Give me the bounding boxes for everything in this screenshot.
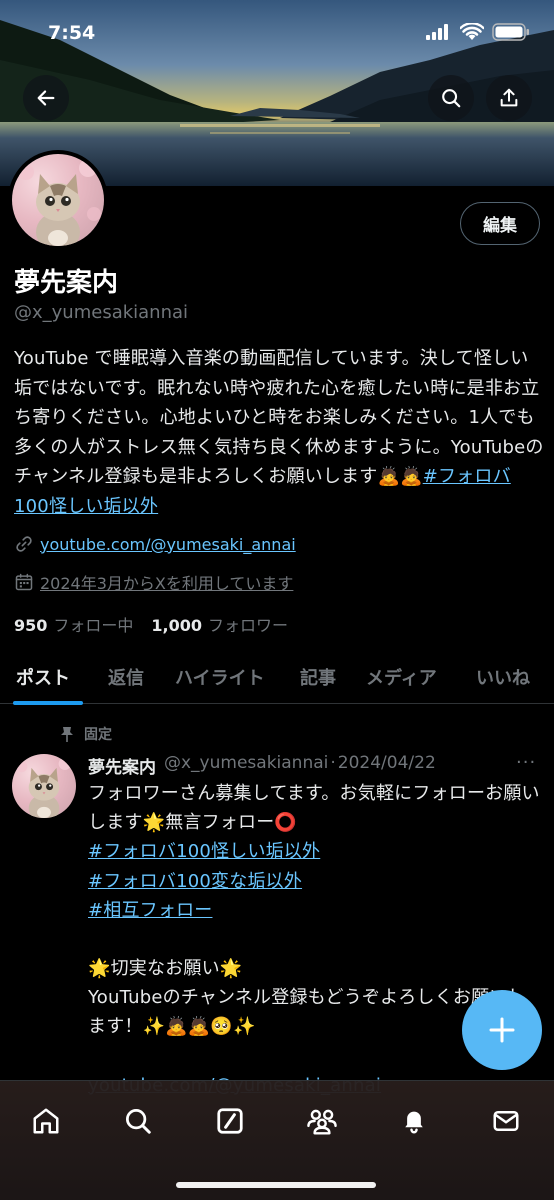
status-bar: 7:54 bbox=[0, 0, 554, 70]
back-button[interactable] bbox=[23, 75, 69, 121]
joined-date: 2024年3月からXを利用しています bbox=[40, 574, 294, 593]
search-icon bbox=[126, 1109, 151, 1134]
post-text-line: 🌟切実なお願い🌟 bbox=[88, 958, 243, 980]
avatar-cat-image bbox=[12, 154, 104, 246]
mail-icon bbox=[493, 1111, 519, 1131]
share-button[interactable] bbox=[486, 75, 532, 121]
followers-label: フォロワー bbox=[208, 616, 289, 635]
followers-stat[interactable]: 1,000 フォロワー bbox=[151, 612, 288, 636]
active-tab-indicator bbox=[13, 701, 83, 705]
home-indicator bbox=[176, 1182, 376, 1188]
battery-icon bbox=[492, 23, 529, 41]
profile-tabs: ポスト 返信 ハイライト 記事 メディア いいね bbox=[0, 652, 554, 705]
communities-icon bbox=[307, 1109, 337, 1135]
post-hashtag[interactable]: #フォロバ100変な垢以外 bbox=[88, 867, 542, 896]
tab-likes[interactable]: いいね bbox=[476, 664, 530, 690]
post-author-handle[interactable]: @x_yumesakiannai bbox=[164, 753, 328, 778]
website-link[interactable]: youtube.com/@yumesaki_annai bbox=[40, 535, 296, 554]
search-button[interactable] bbox=[428, 75, 474, 121]
post-hashtag[interactable]: #相互フォロー bbox=[88, 896, 542, 925]
tab-highlights[interactable]: ハイライト bbox=[175, 664, 265, 690]
post-separator: · bbox=[330, 753, 336, 773]
tab-posts[interactable]: ポスト bbox=[16, 664, 70, 690]
post-author-name[interactable]: 夢先案内 bbox=[88, 753, 156, 778]
tab-media[interactable]: メディア bbox=[366, 664, 437, 690]
home-icon bbox=[33, 1108, 59, 1134]
nav-notifications[interactable] bbox=[394, 1101, 434, 1141]
following-label: フォロー中 bbox=[53, 616, 134, 635]
website-row: youtube.com/@yumesaki_annai bbox=[14, 534, 296, 554]
profile-handle: @x_yumesakiannai bbox=[14, 302, 189, 323]
post-more-button[interactable]: ··· bbox=[516, 752, 536, 773]
bio-emoji: 🙇🙇 bbox=[377, 466, 423, 487]
status-time: 7:54 bbox=[48, 22, 96, 44]
post-text-line: フォロワーさん募集してます。お気軽にフォローお願いします🌟無言フォロー⭕ bbox=[88, 783, 540, 834]
status-icons bbox=[426, 23, 530, 41]
wifi-icon bbox=[460, 23, 484, 40]
pin-icon bbox=[61, 727, 73, 742]
nav-grok[interactable] bbox=[210, 1101, 250, 1141]
calendar-icon bbox=[15, 573, 33, 591]
profile-avatar[interactable] bbox=[8, 150, 108, 250]
link-icon bbox=[16, 536, 32, 552]
joined-row: 2024年3月からXを利用しています bbox=[14, 570, 293, 594]
pinned-label: 固定 bbox=[84, 727, 112, 743]
plus-icon bbox=[489, 1017, 515, 1043]
pinned-label-row: 固定 bbox=[60, 724, 112, 744]
follow-stats: 950 フォロー中 1,000 フォロワー bbox=[14, 612, 288, 636]
signal-icon bbox=[426, 24, 448, 40]
arrow-left-icon bbox=[37, 90, 55, 106]
share-icon bbox=[500, 88, 518, 107]
grok-icon bbox=[217, 1108, 243, 1134]
post-hashtag[interactable]: #フォロバ100怪しい垢以外 bbox=[88, 837, 542, 866]
nav-communities[interactable] bbox=[302, 1101, 342, 1141]
post-header: 夢先案内 @x_yumesakiannai · 2024/04/22 bbox=[88, 753, 436, 778]
tab-replies[interactable]: 返信 bbox=[108, 664, 144, 690]
bell-icon bbox=[405, 1111, 423, 1134]
nav-messages[interactable] bbox=[486, 1101, 526, 1141]
post-date[interactable]: 2024/04/22 bbox=[338, 753, 436, 778]
edit-profile-button[interactable]: 編集 bbox=[460, 202, 540, 245]
nav-home[interactable] bbox=[26, 1101, 66, 1141]
search-icon bbox=[442, 89, 461, 108]
nav-search[interactable] bbox=[118, 1101, 158, 1141]
following-count: 950 bbox=[14, 616, 48, 635]
followers-count: 1,000 bbox=[151, 616, 203, 635]
compose-button[interactable] bbox=[462, 990, 542, 1070]
display-name: 夢先案内 bbox=[14, 268, 119, 298]
post-author-avatar[interactable] bbox=[12, 754, 76, 818]
profile-bio: YouTube で睡眠導入音楽の動画配信しています。決して怪しい垢ではないです。… bbox=[14, 344, 544, 521]
following-stat[interactable]: 950 フォロー中 bbox=[14, 612, 133, 636]
tab-articles[interactable]: 記事 bbox=[300, 664, 336, 690]
